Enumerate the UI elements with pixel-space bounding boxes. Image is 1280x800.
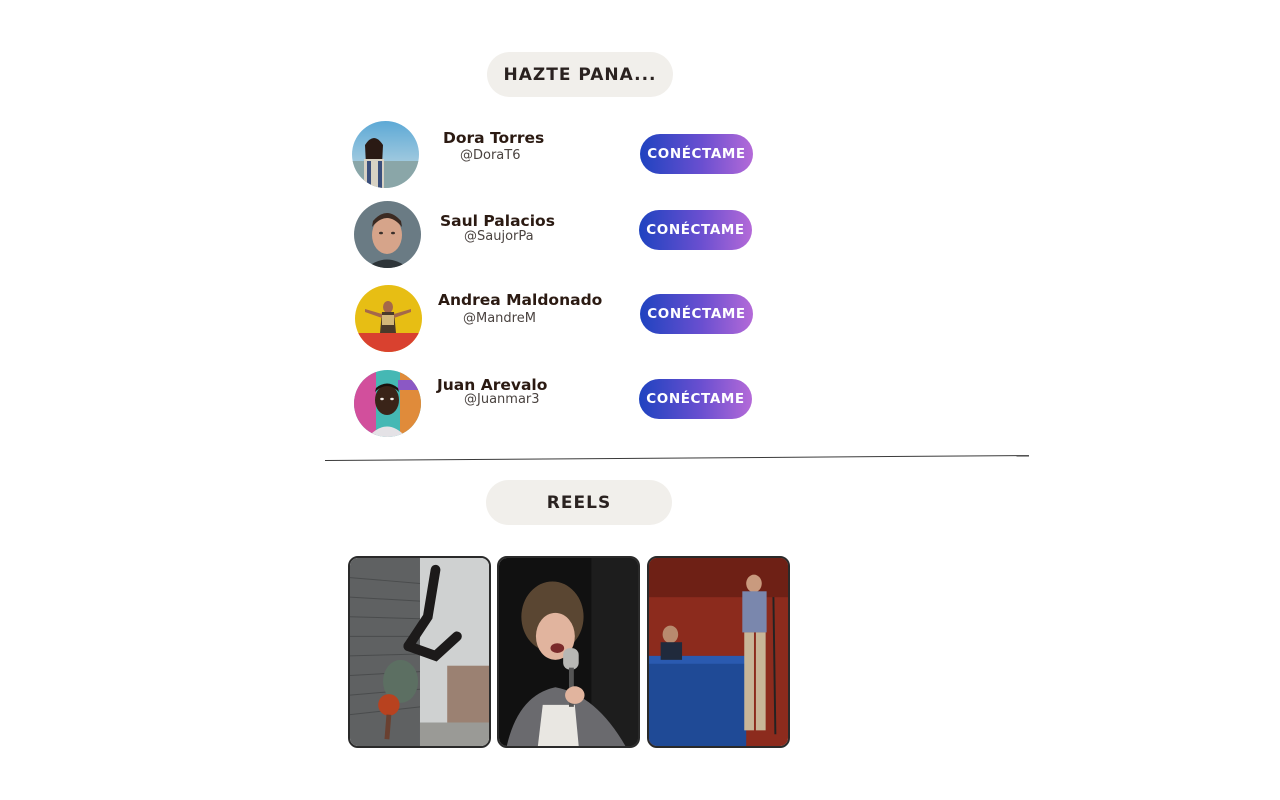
reel-thumbnail-speaker[interactable]: [647, 556, 790, 748]
person-row-saul-palacios: Saul Palacios @SaujorPa CONÉCTAME: [0, 200, 1280, 270]
connect-button[interactable]: CONÉCTAME: [640, 134, 753, 174]
section-divider: [324, 455, 1029, 461]
avatar[interactable]: [352, 121, 419, 188]
connect-button[interactable]: CONÉCTAME: [639, 379, 752, 419]
reel-image: [350, 558, 489, 746]
person-row-andrea-maldonado: Andrea Maldonado @MandreM CONÉCTAME: [0, 284, 1280, 354]
connect-button[interactable]: CONÉCTAME: [639, 210, 752, 250]
avatar[interactable]: [354, 201, 421, 268]
avatar-photo-dora: [352, 121, 419, 188]
avatar-photo-saul: [354, 201, 421, 268]
section-title-hazte-pana: HAZTE PANA...: [487, 52, 673, 97]
person-handle: @DoraT6: [460, 148, 521, 163]
avatar[interactable]: [355, 285, 422, 352]
person-name: Dora Torres: [443, 129, 545, 147]
avatar[interactable]: [354, 370, 421, 437]
person-name: Saul Palacios: [440, 212, 555, 230]
person-row-juan-arevalo: Juan Arevalo @Juanmar3 CONÉCTAME: [0, 369, 1280, 439]
connect-button[interactable]: CONÉCTAME: [640, 294, 753, 334]
reel-image: [649, 558, 788, 746]
person-handle: @Juanmar3: [464, 392, 540, 407]
reel-image: [499, 558, 638, 746]
section-title-reels: REELS: [486, 480, 672, 525]
stage: HAZTE PANA... Dora Torres @DoraT6 CONÉCT…: [0, 0, 1280, 800]
person-handle: @SaujorPa: [464, 229, 534, 244]
person-handle: @MandreM: [463, 311, 536, 326]
person-name: Andrea Maldonado: [438, 291, 603, 309]
person-row-dora-torres: Dora Torres @DoraT6 CONÉCTAME: [0, 120, 1280, 190]
reel-thumbnail-singer[interactable]: [497, 556, 640, 748]
avatar-photo-andrea: [355, 285, 422, 352]
reel-thumbnail-breakdancer[interactable]: [348, 556, 491, 748]
avatar-photo-juan: [354, 370, 421, 437]
